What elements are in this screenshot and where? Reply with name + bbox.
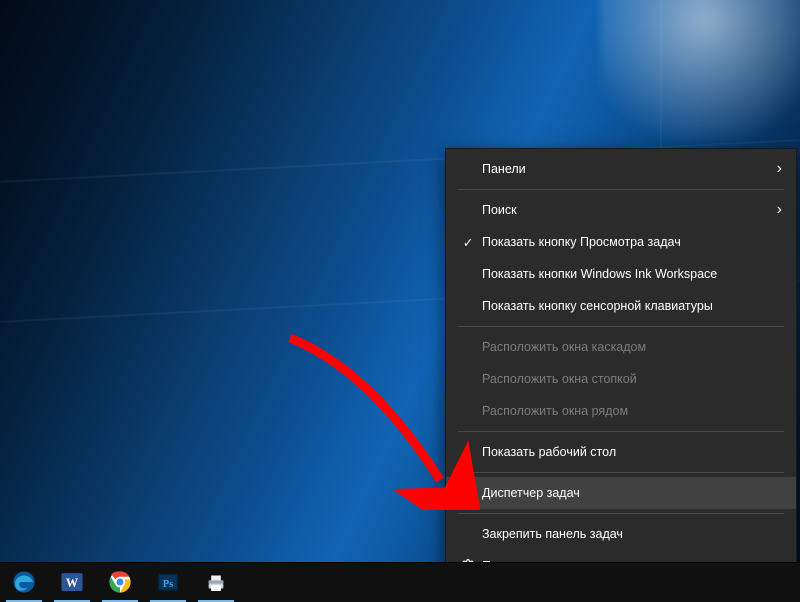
taskbar-app-word[interactable]: W [48, 562, 96, 602]
menu-item-show-desktop[interactable]: Показать рабочий стол [446, 436, 796, 468]
menu-item-task-manager[interactable]: Диспетчер задач [446, 477, 796, 509]
decorative-glow [600, 0, 800, 140]
menu-separator [458, 189, 784, 190]
taskbar[interactable]: W Ps [0, 562, 800, 602]
taskbar-app-chrome[interactable] [96, 562, 144, 602]
menu-item-side-by-side-windows: Расположить окна рядом [446, 395, 796, 427]
menu-item-label: Показать кнопку сенсорной клавиатуры [480, 299, 782, 313]
menu-item-label: Поиск [480, 203, 777, 217]
menu-separator [458, 326, 784, 327]
menu-item-label: Диспетчер задач [480, 486, 782, 500]
checkmark-icon: ✓ [456, 235, 480, 250]
menu-item-cascade-windows: Расположить окна каскадом [446, 331, 796, 363]
menu-separator [458, 472, 784, 473]
menu-item-show-ink-workspace[interactable]: Показать кнопки Windows Ink Workspace [446, 258, 796, 290]
chevron-right-icon: › [777, 202, 782, 218]
menu-item-label: Панели [480, 162, 777, 176]
svg-text:W: W [66, 576, 78, 590]
menu-separator [458, 431, 784, 432]
menu-item-label: Показать кнопки Windows Ink Workspace [480, 267, 782, 281]
menu-item-label: Расположить окна стопкой [480, 372, 782, 386]
menu-item-show-touch-keyboard[interactable]: Показать кнопку сенсорной клавиатуры [446, 290, 796, 322]
photoshop-icon: Ps [155, 569, 181, 595]
menu-item-label: Закрепить панель задач [480, 527, 782, 541]
menu-item-search[interactable]: Поиск › [446, 194, 796, 226]
chrome-icon [107, 569, 133, 595]
menu-item-panels[interactable]: Панели › [446, 153, 796, 185]
menu-item-label: Расположить окна каскадом [480, 340, 782, 354]
desktop-wallpaper: Панели › Поиск › ✓ Показать кнопку Просм… [0, 0, 800, 602]
menu-item-show-taskview-button[interactable]: ✓ Показать кнопку Просмотра задач [446, 226, 796, 258]
taskbar-context-menu: Панели › Поиск › ✓ Показать кнопку Просм… [445, 148, 797, 587]
menu-item-label: Показать кнопку Просмотра задач [480, 235, 782, 249]
menu-separator [458, 513, 784, 514]
edge-icon [11, 569, 37, 595]
chevron-right-icon: › [777, 161, 782, 177]
menu-item-stack-windows: Расположить окна стопкой [446, 363, 796, 395]
taskbar-app-edge[interactable] [0, 562, 48, 602]
taskbar-app-photoshop[interactable]: Ps [144, 562, 192, 602]
word-icon: W [59, 569, 85, 595]
taskbar-app-fax-scan[interactable] [192, 562, 240, 602]
svg-text:Ps: Ps [163, 579, 174, 590]
menu-item-label: Расположить окна рядом [480, 404, 782, 418]
menu-item-label: Показать рабочий стол [480, 445, 782, 459]
menu-item-lock-taskbar[interactable]: Закрепить панель задач [446, 518, 796, 550]
printer-icon [203, 569, 229, 595]
